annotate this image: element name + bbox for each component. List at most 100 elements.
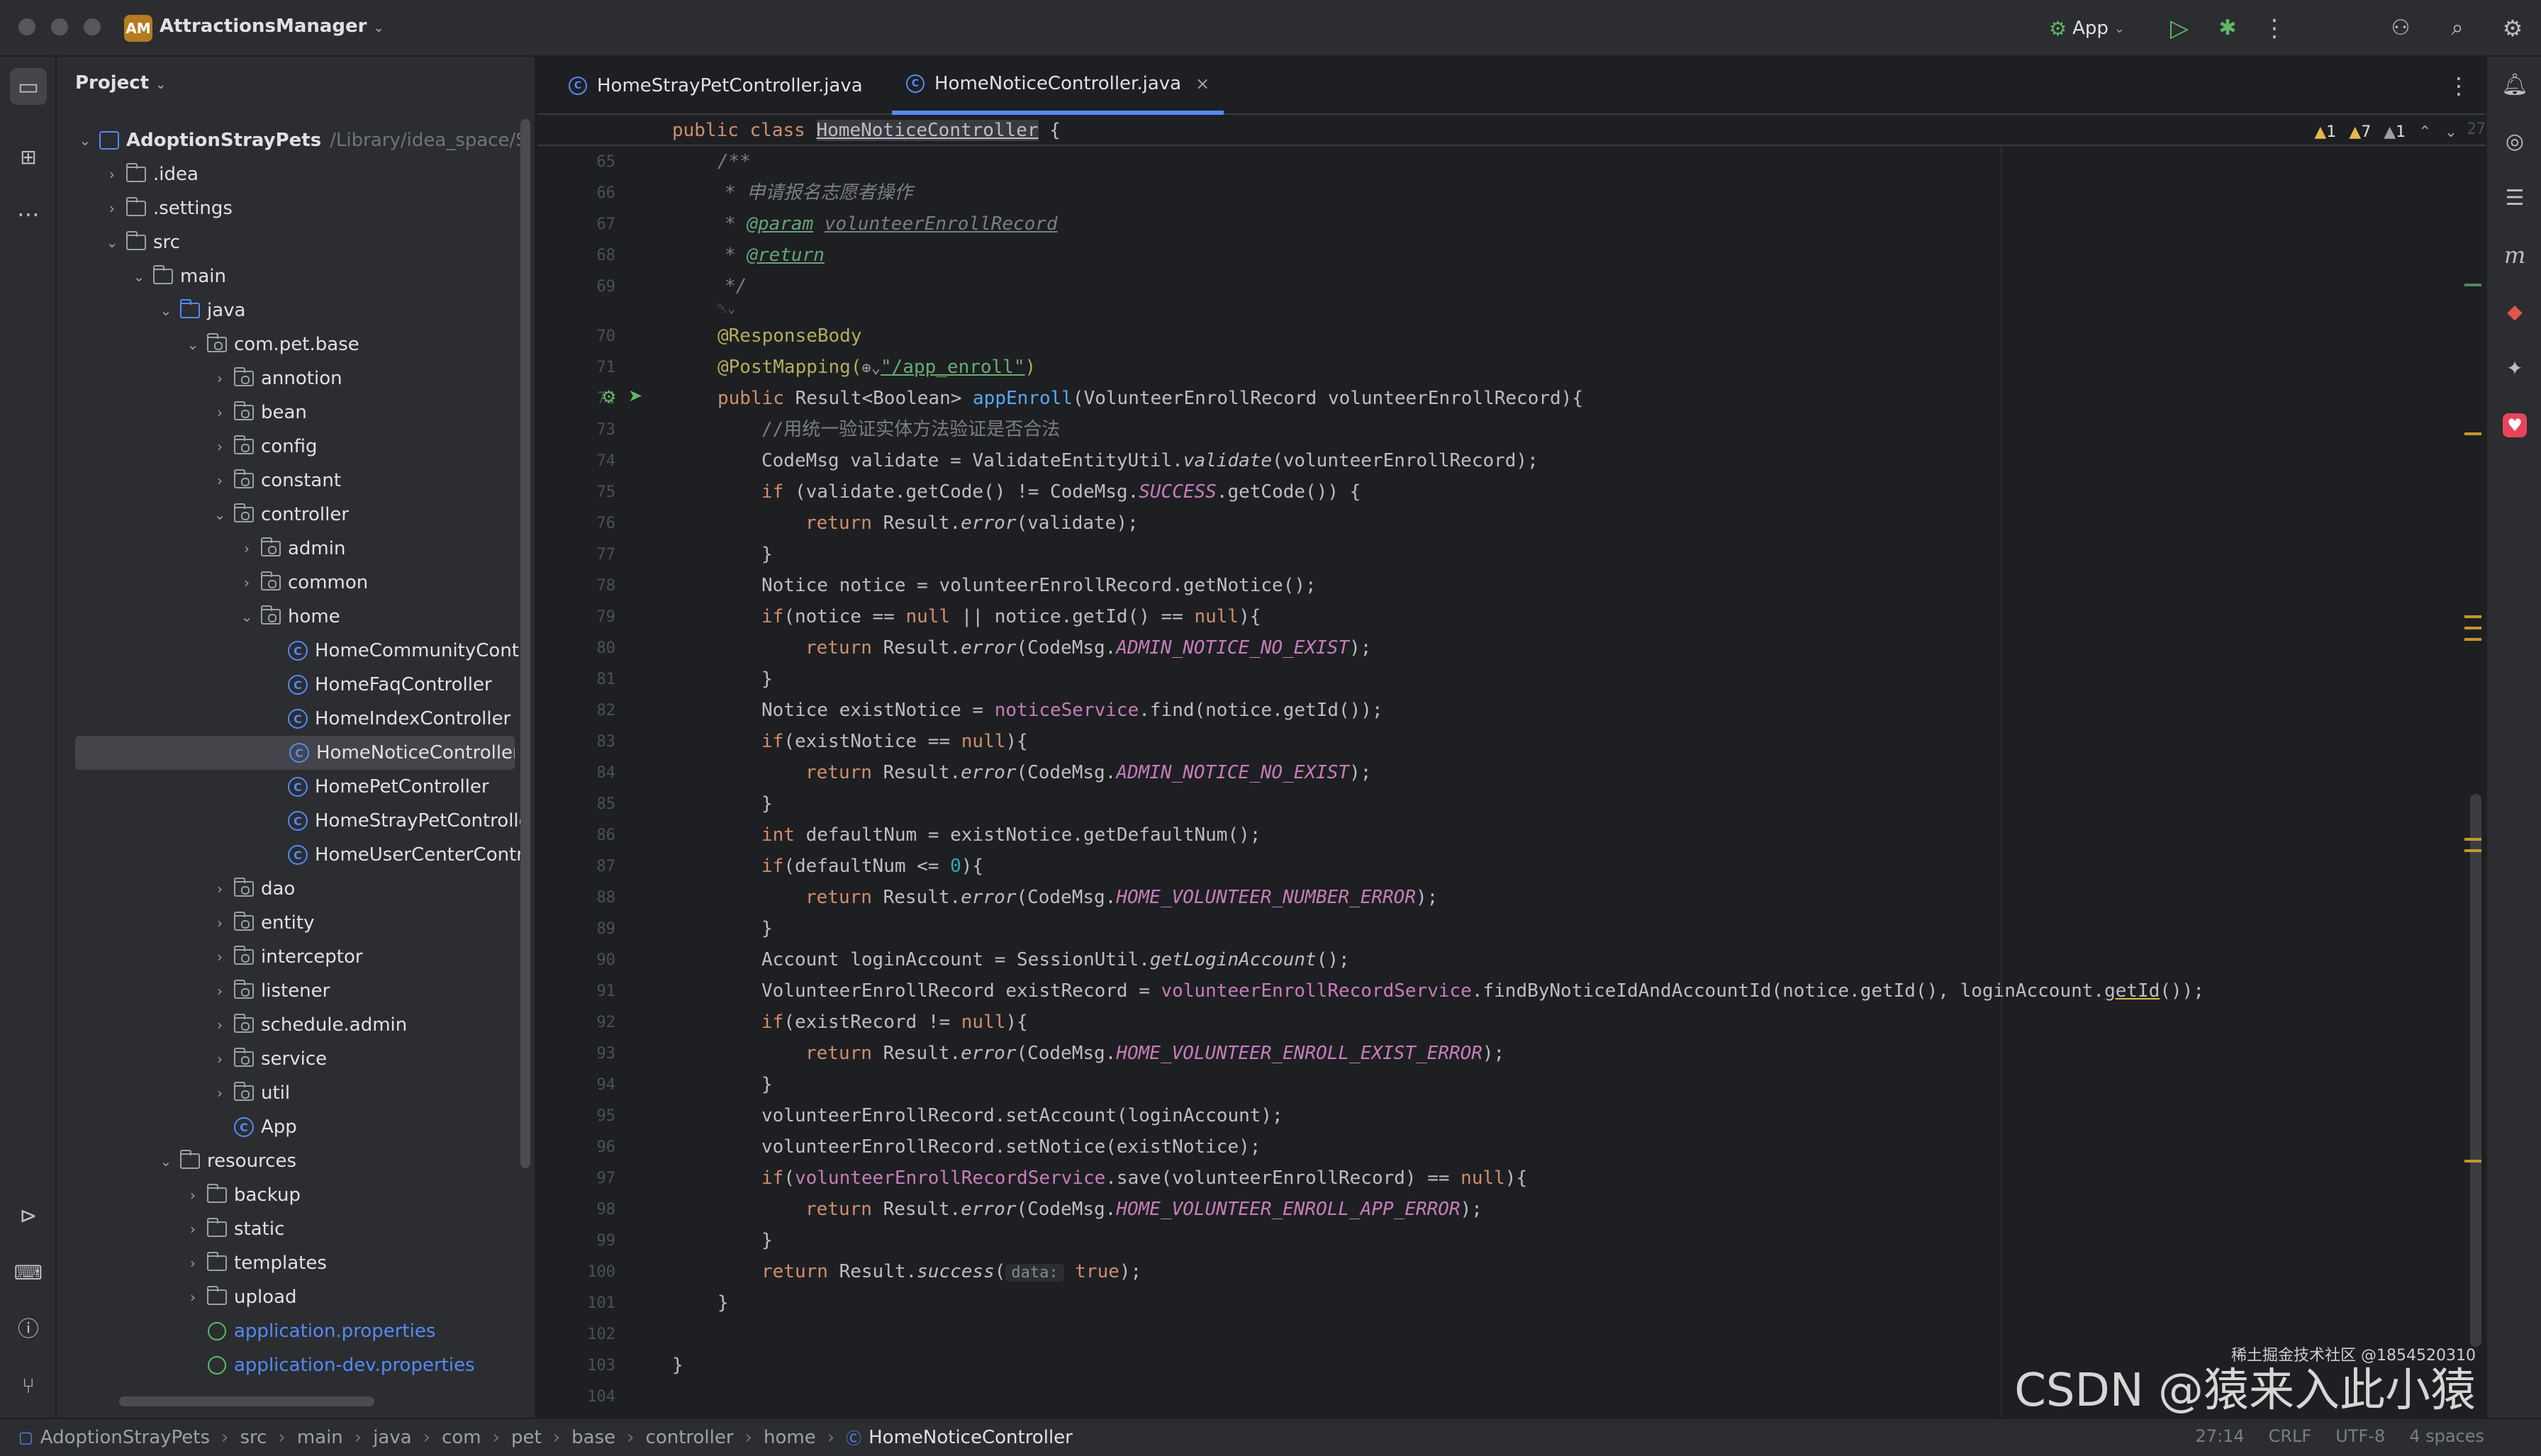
tree-item-app[interactable]: C App <box>74 1110 520 1144</box>
tree-item-home-community-controller[interactable]: C HomeCommunityContr <box>74 634 520 668</box>
tree-item-listener[interactable]: › listener <box>74 974 520 1008</box>
error-stripe-marker[interactable] <box>2464 838 2481 841</box>
minimize-window-button[interactable] <box>51 18 68 35</box>
close-window-button[interactable] <box>18 18 35 35</box>
maximize-window-button[interactable] <box>84 18 101 35</box>
tree-item-application-dev-properties[interactable]: application-dev.properties <box>74 1348 520 1382</box>
tree-item-home[interactable]: ⌄ home <box>74 600 520 634</box>
vcs-change-marker[interactable] <box>2464 284 2481 286</box>
breadcrumb-item[interactable]: main <box>297 1427 343 1448</box>
breadcrumb-item[interactable]: HomeNoticeController <box>869 1427 1073 1448</box>
tree-item-static[interactable]: › static <box>74 1212 520 1246</box>
error-stripe-marker[interactable] <box>2464 615 2481 618</box>
project-panel-horizontal-scrollbar[interactable] <box>119 1396 374 1406</box>
ai-assistant-icon[interactable]: ◎ <box>2496 123 2533 160</box>
project-switcher[interactable]: AttractionsManager ⌄ <box>160 16 384 37</box>
tab-home-notice-controller[interactable]: C HomeNoticeController.java × <box>892 57 1224 115</box>
settings-icon[interactable]: ⚙ <box>2498 14 2527 43</box>
run-config-selector[interactable]: ⚙ App ⌄ <box>2049 14 2125 43</box>
notifications-icon[interactable]: 🔔︎ <box>2496 67 2533 103</box>
close-tab-icon[interactable]: × <box>1195 74 1210 94</box>
more-icon[interactable]: ⋮ <box>2260 14 2289 43</box>
error-stripe-marker[interactable] <box>2464 849 2481 852</box>
tree-item-application-properties[interactable]: application.properties <box>74 1314 520 1348</box>
chevron-up-icon[interactable]: ⌃ <box>2418 123 2431 141</box>
maven-icon[interactable]: m <box>2496 237 2533 274</box>
tree-item-interceptor[interactable]: › interceptor <box>74 940 520 974</box>
tree-item-home-stray-pet-controller[interactable]: C HomeStrayPetControlle <box>74 804 520 838</box>
spring-bean-gutter-icon[interactable]: ⚙ <box>601 387 622 408</box>
tree-item-settings[interactable]: › .settings <box>74 191 520 225</box>
add-user-icon[interactable]: ⚇ <box>2386 14 2415 43</box>
tree-item-main[interactable]: ⌄ main <box>74 259 520 293</box>
tree-item-home-notice-controller[interactable]: C HomeNoticeController <box>75 736 515 770</box>
plugin-bird-icon[interactable]: ◆ <box>2496 293 2533 330</box>
line-number: 94 <box>596 1076 616 1094</box>
tab-home-stray-pet-controller[interactable]: C HomeStrayPetController.java <box>554 57 877 115</box>
services-tool-icon[interactable]: ⊳ <box>10 1198 47 1235</box>
request-mapping-gutter-icon[interactable]: ➤ <box>628 386 649 407</box>
tree-item-util[interactable]: › util <box>74 1076 520 1110</box>
breadcrumb-item[interactable]: pet <box>511 1427 542 1448</box>
tree-item-home-index-controller[interactable]: C HomeIndexController <box>74 702 520 736</box>
error-stripe-marker[interactable] <box>2464 627 2481 629</box>
tree-item-bean[interactable]: › bean <box>74 396 520 430</box>
sticky-scope-header[interactable]: 27 public class HomeNoticeController { <box>537 115 2486 146</box>
breadcrumb-item[interactable]: base <box>571 1427 615 1448</box>
chevron-down-icon[interactable]: ⌄ <box>2445 123 2457 141</box>
file-encoding[interactable]: UTF-8 <box>2335 1426 2385 1446</box>
tree-item-java[interactable]: ⌄ java <box>74 293 520 327</box>
error-stripe-marker[interactable] <box>2464 432 2481 435</box>
tree-item-home-faq-controller[interactable]: C HomeFaqController <box>74 668 520 702</box>
search-icon[interactable]: ⌕ <box>2443 14 2472 43</box>
terminal-tool-icon[interactable]: ⌨ <box>10 1255 47 1292</box>
caret-position[interactable]: 27:14 <box>2195 1426 2244 1446</box>
project-panel-header[interactable]: Project ⌄ <box>75 72 166 94</box>
tree-item-home-user-center-controller[interactable]: C HomeUserCenterContr <box>74 838 520 872</box>
tree-item-schedule-admin[interactable]: › schedule.admin <box>74 1008 520 1042</box>
tree-item-constant[interactable]: › constant <box>74 464 520 498</box>
indent-setting[interactable]: 4 spaces <box>2409 1426 2484 1446</box>
tree-item-config[interactable]: › config <box>74 430 520 464</box>
more-icon[interactable]: ⋮ <box>2447 72 2470 99</box>
tree-item-annotion[interactable]: › annotion <box>74 362 520 396</box>
breadcrumb-item[interactable]: AdoptionStrayPets <box>40 1427 210 1448</box>
tree-item-upload[interactable]: › upload <box>74 1280 520 1314</box>
error-stripe-marker[interactable] <box>2464 1160 2481 1163</box>
tree-item-com-pet-base[interactable]: ⌄ com.pet.base <box>74 327 520 362</box>
plugin-icon[interactable]: ✦ <box>2496 350 2533 387</box>
error-stripe-marker[interactable] <box>2464 638 2481 641</box>
run-icon[interactable]: ▷ <box>2165 14 2194 43</box>
tree-item-controller[interactable]: ⌄ controller <box>74 498 520 532</box>
editor-scrollbar[interactable] <box>2470 794 2481 1347</box>
tree-item-src[interactable]: ⌄ src <box>74 225 520 259</box>
tree-item-service[interactable]: › service <box>74 1042 520 1076</box>
structure-tool-icon[interactable]: ⊞ <box>10 139 47 176</box>
breadcrumb-item[interactable]: home <box>764 1427 816 1448</box>
tree-item-backup[interactable]: › backup <box>74 1178 520 1212</box>
breadcrumb-item[interactable]: com <box>442 1427 481 1448</box>
tree-item-idea[interactable]: › .idea <box>74 157 520 191</box>
breadcrumb-item[interactable]: src <box>240 1427 267 1448</box>
debug-icon[interactable]: ✱ <box>2213 14 2242 43</box>
inspection-widget[interactable]: ▲1 ▲7 ▲1 ⌃ ⌄ <box>2314 123 2457 141</box>
problems-tool-icon[interactable]: ⓘ <box>10 1311 47 1348</box>
tree-item-entity[interactable]: › entity <box>74 906 520 940</box>
line-separator[interactable]: CRLF <box>2269 1426 2312 1446</box>
tree-item-dao[interactable]: › dao <box>74 872 520 906</box>
project-tool-icon[interactable]: ▭ <box>10 68 47 105</box>
more-tools-icon[interactable]: ⋯ <box>10 196 47 233</box>
database-icon[interactable]: ☰ <box>2496 180 2533 217</box>
git-tool-icon[interactable]: ⑂ <box>10 1368 47 1405</box>
project-panel-scrollbar[interactable] <box>520 119 530 1168</box>
tree-item-admin[interactable]: › admin <box>74 532 520 566</box>
globe-icon[interactable]: ⊕⌄ <box>862 359 881 377</box>
breadcrumb-item[interactable]: controller <box>646 1427 734 1448</box>
plugin-red-icon[interactable]: ♥ <box>2496 407 2533 444</box>
tree-item-resources[interactable]: ⌄ resources <box>74 1144 520 1178</box>
tree-item-root[interactable]: ⌄ AdoptionStrayPets/Library/idea_space/S… <box>74 123 520 157</box>
tree-item-templates[interactable]: › templates <box>74 1246 520 1280</box>
tree-item-home-pet-controller[interactable]: C HomePetController <box>74 770 520 804</box>
breadcrumb-item[interactable]: java <box>373 1427 411 1448</box>
tree-item-common[interactable]: › common <box>74 566 520 600</box>
